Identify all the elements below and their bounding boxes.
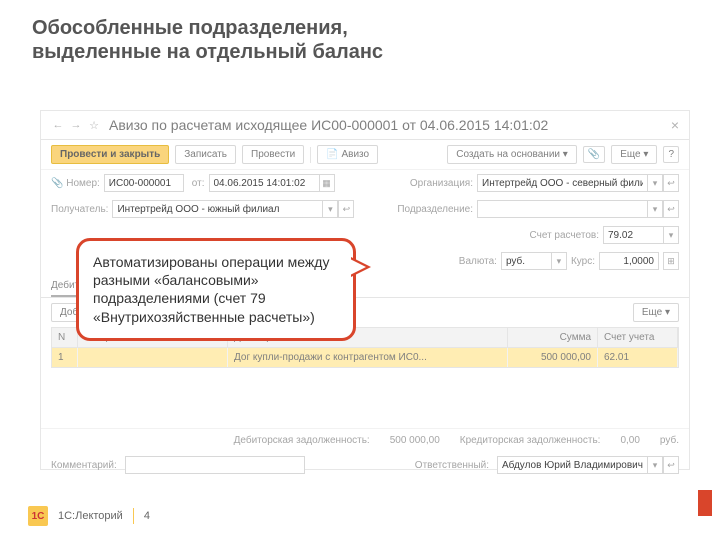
logo-icon: 1C xyxy=(28,506,48,526)
attach-icon[interactable]: 📎 xyxy=(583,146,605,163)
more-button[interactable]: Еще ▾ xyxy=(611,145,657,164)
table-more-label: Еще xyxy=(642,307,662,318)
recipient-label: Получатель: xyxy=(51,204,108,215)
date-field[interactable] xyxy=(209,174,319,192)
back-icon[interactable]: ← xyxy=(51,118,65,132)
recipient-picker-icon[interactable]: ▾ xyxy=(322,200,338,218)
responsible-open-icon[interactable]: ↩ xyxy=(663,456,679,474)
window-title: Авизо по расчетам исходящее ИС00-000001 … xyxy=(109,117,671,133)
currency-picker-icon[interactable]: ▾ xyxy=(551,252,567,270)
debit-total-value: 500 000,00 xyxy=(390,435,440,446)
credit-total-value: 0,00 xyxy=(620,435,639,446)
create-based-button[interactable]: Создать на основании ▾ xyxy=(447,145,577,164)
rate-field[interactable] xyxy=(599,252,659,270)
comment-field[interactable] xyxy=(125,456,305,474)
callout-bubble: Автоматизированы операции между разными … xyxy=(76,238,356,341)
division-field[interactable] xyxy=(477,200,647,218)
responsible-label: Ответственный: xyxy=(415,460,489,471)
recipient-open-icon[interactable]: ↩ xyxy=(338,200,354,218)
number-field[interactable] xyxy=(104,174,184,192)
division-open-icon[interactable]: ↩ xyxy=(663,200,679,218)
cell-sum[interactable]: 500 000,00 xyxy=(508,348,598,367)
totals-currency: руб. xyxy=(660,435,679,446)
create-based-label: Создать на основании xyxy=(456,149,560,160)
org-picker-icon[interactable]: ▾ xyxy=(647,174,663,192)
rate-label: Курс: xyxy=(571,256,595,267)
help-button[interactable]: ? xyxy=(663,146,679,163)
col-account: Счет учета xyxy=(598,328,678,347)
avizo-label: Авизо xyxy=(341,149,369,160)
calendar-icon[interactable]: ▦ xyxy=(319,174,335,192)
save-close-button[interactable]: Провести и закрыть xyxy=(51,145,169,164)
credit-total-label: Кредиторская задолженность: xyxy=(460,435,601,446)
org-field[interactable] xyxy=(477,174,647,192)
cell-account[interactable]: 62.01 xyxy=(598,348,678,367)
table-row[interactable]: 1 Дог купли-продажи с контрагентом ИС0..… xyxy=(51,348,679,368)
cell-counterparty[interactable] xyxy=(78,348,228,367)
cell-contract[interactable]: Дог купли-продажи с контрагентом ИС0... xyxy=(228,348,508,367)
responsible-field[interactable] xyxy=(497,456,647,474)
org-label: Организация: xyxy=(410,178,473,189)
debit-total-label: Дебиторская задолженность: xyxy=(234,435,370,446)
responsible-picker-icon[interactable]: ▾ xyxy=(647,456,663,474)
slide-footer: 1C 1С:Лекторий 4 xyxy=(28,506,150,526)
account-label: Счет расчетов: xyxy=(530,230,599,241)
table-more-button[interactable]: Еще ▾ xyxy=(633,303,679,322)
avizo-button[interactable]: 📄 Авизо xyxy=(317,145,378,164)
forward-icon[interactable]: → xyxy=(69,118,83,132)
more-label: Еще xyxy=(620,149,640,160)
date-label: от: xyxy=(192,178,205,189)
slide-title: Обособленные подразделения, выделенные н… xyxy=(0,0,720,68)
org-open-icon[interactable]: ↩ xyxy=(663,174,679,192)
close-icon[interactable]: × xyxy=(671,117,679,133)
number-label: 📎 Номер: xyxy=(51,178,100,189)
recipient-field[interactable] xyxy=(112,200,322,218)
account-picker-icon[interactable]: ▾ xyxy=(663,226,679,244)
col-n: N xyxy=(52,328,78,347)
footer-brand: 1С:Лекторий xyxy=(58,510,123,522)
currency-field[interactable] xyxy=(501,252,551,270)
main-toolbar: Провести и закрыть Записать Провести 📄 А… xyxy=(41,140,689,170)
col-sum: Сумма xyxy=(508,328,598,347)
totals-row: Дебиторская задолженность: 500 000,00 Кр… xyxy=(41,428,689,452)
bookmark-icon xyxy=(698,490,712,516)
cell-n: 1 xyxy=(52,348,78,367)
page-number: 4 xyxy=(144,510,150,522)
division-picker-icon[interactable]: ▾ xyxy=(647,200,663,218)
comment-label: Комментарий: xyxy=(51,460,117,471)
account-field[interactable] xyxy=(603,226,663,244)
save-button[interactable]: Записать xyxy=(175,145,236,164)
titlebar: ← → ☆ Авизо по расчетам исходящее ИС00-0… xyxy=(41,111,689,140)
star-icon[interactable]: ☆ xyxy=(87,118,101,132)
division-label: Подразделение: xyxy=(397,204,473,215)
rate-calc-icon[interactable]: ⊞ xyxy=(663,252,679,270)
post-button[interactable]: Провести xyxy=(242,145,304,164)
currency-label: Валюта: xyxy=(459,256,497,267)
